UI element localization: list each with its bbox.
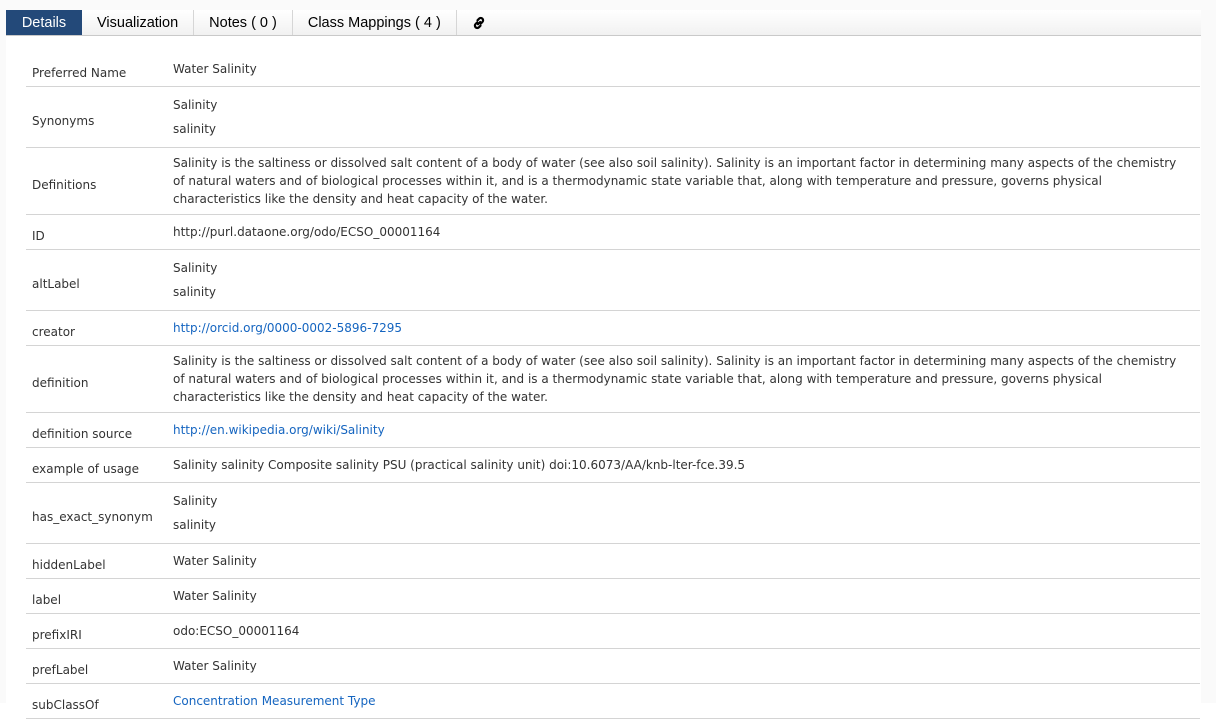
property-row: hiddenLabel Water Salinity — [26, 543, 1200, 579]
property-row: Synonyms Salinity salinity — [26, 86, 1200, 148]
value-paragraph: Salinity is the saltiness or dissolved s… — [173, 354, 1177, 404]
value-text: Salinity — [173, 494, 218, 508]
property-value: Water Salinity — [167, 543, 1200, 579]
property-label: hiddenLabel — [26, 543, 167, 579]
tab-notes[interactable]: Notes ( 0 ) — [194, 10, 293, 35]
property-label: ID — [26, 214, 167, 250]
value-text: salinity — [173, 122, 217, 136]
property-value: Salinity is the saltiness or dissolved s… — [167, 345, 1200, 413]
properties-table: Preferred Name Water Salinity Synonyms Sali… — [26, 52, 1200, 719]
property-value: Salinity salinity — [167, 86, 1200, 148]
property-value: http://orcid.org/0000-0002-5896-7295 — [167, 310, 1200, 346]
property-value: Salinity is the saltiness or dissolved s… — [167, 147, 1200, 215]
value-text: Salinity — [173, 98, 218, 112]
property-row: definition Salinity is the saltiness or d… — [26, 345, 1200, 413]
property-row: has_exact_synonym Salinity salinity — [26, 482, 1200, 544]
tab-class-mappings[interactable]: Class Mappings ( 4 ) — [293, 10, 457, 35]
property-value: Water Salinity — [167, 648, 1200, 684]
page-frame: Details Visualization Notes ( 0 ) Class … — [0, 0, 1216, 719]
property-value: Salinity salinity — [167, 482, 1200, 544]
tab-bar: Details Visualization Notes ( 0 ) Class … — [6, 10, 1201, 36]
property-label: Preferred Name — [26, 52, 167, 87]
property-row: altLabel Salinity salinity — [26, 249, 1200, 311]
value-text: Salinity — [173, 261, 218, 275]
value-text: odo:ECSO_00001164 — [173, 624, 300, 638]
properties-body: Preferred Name Water Salinity Synonyms Sali… — [26, 52, 1200, 719]
value-text: salinity — [173, 518, 217, 532]
property-label: label — [26, 578, 167, 614]
property-label: creator — [26, 310, 167, 346]
property-row: example of usage Salinity salinity Compos… — [26, 447, 1200, 483]
property-label: definition source — [26, 412, 167, 448]
value-text: Water Salinity — [173, 554, 257, 568]
value-text: Water Salinity — [173, 659, 257, 673]
tab-permalink[interactable] — [457, 10, 501, 35]
property-label: definition — [26, 345, 167, 413]
property-label: subClassOf — [26, 683, 167, 719]
property-label: prefLabel — [26, 648, 167, 684]
property-value: odo:ECSO_00001164 — [167, 613, 1200, 649]
property-row: definition source http://en.wikipedia.org… — [26, 412, 1200, 448]
tab-visualization[interactable]: Visualization — [82, 10, 195, 35]
value-text: http://purl.dataone.org/odo/ECSO_0000116… — [173, 225, 441, 239]
property-row: Definitions Salinity is the saltiness or … — [26, 147, 1200, 215]
property-label: has_exact_synonym — [26, 482, 167, 544]
property-value: http://en.wikipedia.org/wiki/Salinity — [167, 412, 1200, 448]
property-row: ID http://purl.dataone.org/odo/ECSO_00001… — [26, 214, 1200, 250]
property-label: Synonyms — [26, 86, 167, 148]
details-panel: Preferred Name Water Salinity Synonyms Sali… — [6, 36, 1201, 719]
property-value: Salinity salinity — [167, 249, 1200, 311]
value-text: Water Salinity — [173, 589, 257, 603]
value-link[interactable]: Concentration Measurement Type — [173, 694, 375, 708]
property-row: prefixIRI odo:ECSO_00001164 — [26, 613, 1200, 649]
property-value: Salinity salinity Composite salinity PSU… — [167, 447, 1200, 483]
property-value: Concentration Measurement Type — [167, 683, 1200, 719]
property-row: creator http://orcid.org/0000-0002-5896-7… — [26, 310, 1200, 346]
property-label: Definitions — [26, 147, 167, 215]
property-row: label Water Salinity — [26, 578, 1200, 614]
value-paragraph: Salinity is the saltiness or dissolved s… — [173, 156, 1177, 206]
value-link[interactable]: http://orcid.org/0000-0002-5896-7295 — [173, 321, 402, 335]
property-value: Water Salinity — [167, 52, 1200, 87]
property-label: prefixIRI — [26, 613, 167, 649]
value-text: salinity — [173, 285, 217, 299]
tab-details[interactable]: Details — [6, 10, 82, 35]
property-row: subClassOf Concentration Measurement Type — [26, 683, 1200, 719]
link-icon — [473, 16, 484, 29]
value-link[interactable]: http://en.wikipedia.org/wiki/Salinity — [173, 423, 385, 437]
property-value: Water Salinity — [167, 578, 1200, 614]
property-row: prefLabel Water Salinity — [26, 648, 1200, 684]
property-label: altLabel — [26, 249, 167, 311]
property-row: Preferred Name Water Salinity — [26, 52, 1200, 87]
value-text: Salinity salinity Composite salinity PSU… — [173, 458, 746, 472]
value-text: Water Salinity — [173, 62, 257, 76]
property-label: example of usage — [26, 447, 167, 483]
property-value: http://purl.dataone.org/odo/ECSO_0000116… — [167, 214, 1200, 250]
